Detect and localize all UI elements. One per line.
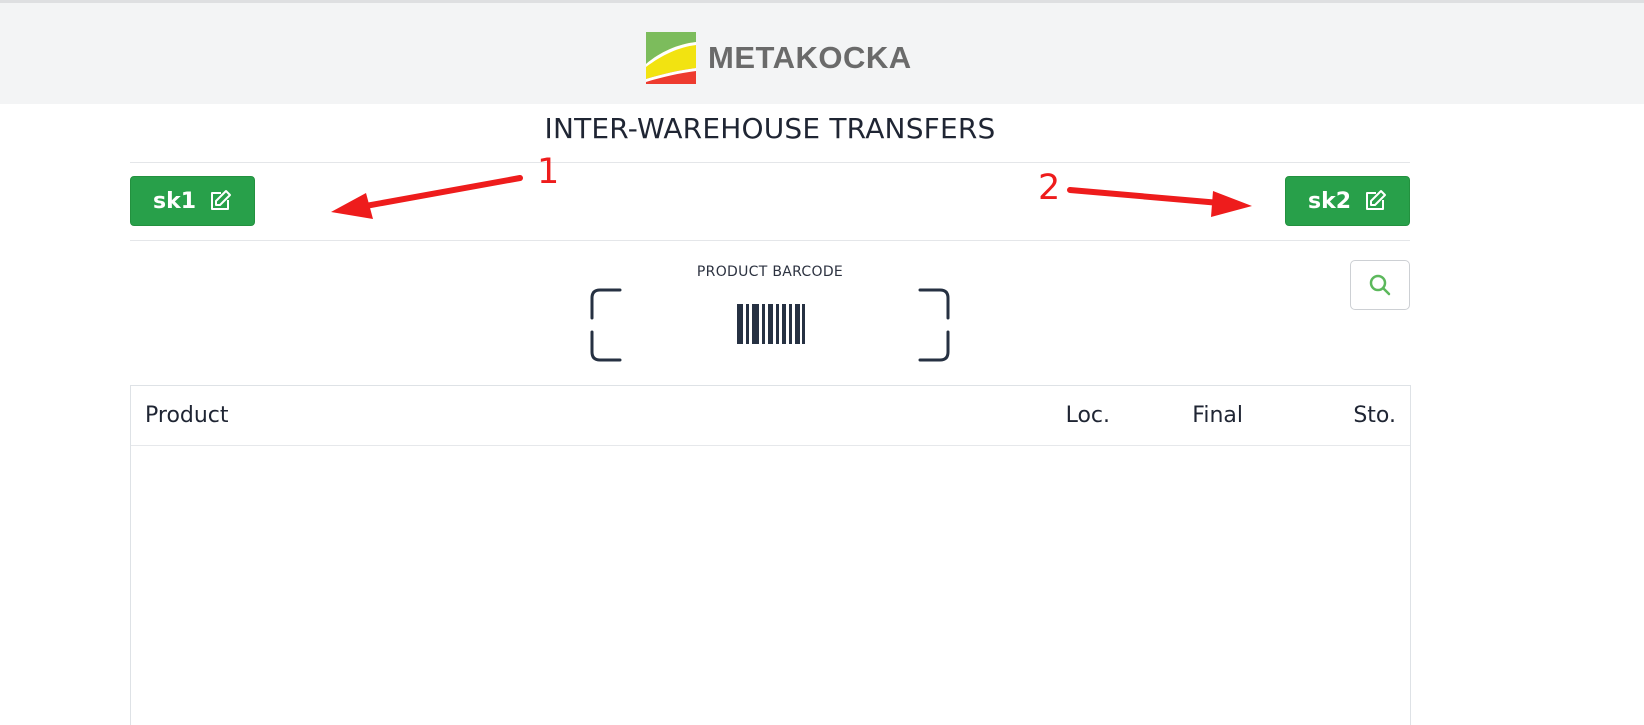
source-warehouse-label: sk1 (152, 188, 197, 214)
barcode-icon (737, 304, 805, 344)
annotation-arrow-1 (331, 175, 523, 219)
column-header-product[interactable]: Product (145, 403, 229, 428)
annotation-number-2: 2 (1038, 168, 1061, 208)
logo-icon (646, 32, 696, 84)
divider-bottom (130, 240, 1410, 241)
metakocka-logo[interactable]: METAKOCKA (646, 32, 912, 84)
search-button[interactable] (1350, 260, 1410, 310)
search-icon (1369, 274, 1391, 296)
column-header-location[interactable]: Loc. (1066, 403, 1110, 428)
top-header: METAKOCKA (0, 0, 1644, 104)
column-header-stock[interactable]: Sto. (1353, 403, 1396, 428)
source-warehouse-button[interactable]: sk1 (130, 176, 255, 226)
annotation-number-1: 1 (537, 152, 560, 192)
logo-text: METAKOCKA (708, 40, 912, 75)
edit-icon (1363, 189, 1387, 213)
page-title: INTER-WAREHOUSE TRANSFERS (544, 112, 996, 145)
column-header-final[interactable]: Final (1192, 403, 1243, 428)
divider-top (130, 162, 1410, 163)
transfer-table: Product Loc. Final Sto. (130, 385, 1411, 725)
destination-warehouse-button[interactable]: sk2 (1285, 176, 1410, 226)
destination-warehouse-label: sk2 (1307, 188, 1352, 214)
table-header: Product Loc. Final Sto. (131, 386, 1410, 446)
barcode-label: PRODUCT BARCODE (696, 264, 844, 280)
edit-icon (208, 189, 232, 213)
barcode-scan-area[interactable] (590, 288, 950, 362)
annotation-arrow-2 (1067, 187, 1252, 217)
